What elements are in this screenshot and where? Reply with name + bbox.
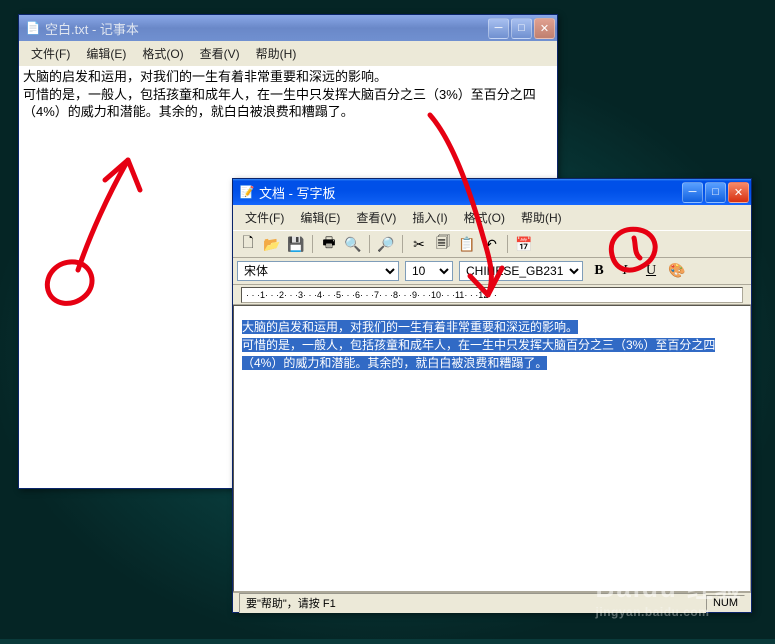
- separator: [402, 235, 403, 253]
- separator: [312, 235, 313, 253]
- wordpad-menubar: 文件(F) 编辑(E) 查看(V) 插入(I) 格式(O) 帮助(H): [233, 205, 751, 230]
- color-button[interactable]: 🎨: [667, 263, 687, 280]
- menu-file[interactable]: 文件(F): [237, 207, 292, 228]
- menu-edit[interactable]: 编辑(E): [292, 207, 348, 228]
- save-icon[interactable]: 💾: [285, 233, 307, 255]
- wordpad-icon: 📝: [239, 184, 255, 200]
- watermark: Baidu 经验 jingyan.baidu.com: [596, 568, 743, 619]
- wordpad-titlebar[interactable]: 📝 文档 - 写字板 ─ □ ✕: [233, 179, 751, 205]
- find-icon[interactable]: 🔎: [375, 233, 397, 255]
- menu-format[interactable]: 格式(O): [456, 207, 513, 228]
- notepad-title: 空白.txt - 记事本: [45, 19, 488, 38]
- separator: [507, 235, 508, 253]
- menu-help[interactable]: 帮助(H): [248, 43, 305, 64]
- notepad-titlebar[interactable]: 📄 空白.txt - 记事本 ─ □ ✕: [19, 15, 557, 41]
- watermark-main: Baidu 经验: [596, 573, 743, 603]
- font-select[interactable]: 宋体: [237, 261, 399, 281]
- close-button[interactable]: ✕: [728, 182, 749, 203]
- maximize-button[interactable]: □: [705, 182, 726, 203]
- maximize-button[interactable]: □: [511, 18, 532, 39]
- menu-edit[interactable]: 编辑(E): [78, 43, 134, 64]
- wordpad-title: 文档 - 写字板: [259, 183, 682, 202]
- new-icon[interactable]: 🗋: [237, 233, 259, 255]
- minimize-button[interactable]: ─: [488, 18, 509, 39]
- notepad-icon: 📄: [25, 20, 41, 36]
- selected-text-line2: 可惜的是，一般人，包括孩童和成年人，在一生中只发挥大脑百分之三（3%）至百分之四…: [242, 338, 715, 370]
- menu-file[interactable]: 文件(F): [23, 43, 78, 64]
- preview-icon[interactable]: 🔍: [342, 233, 364, 255]
- italic-button[interactable]: I: [615, 263, 635, 279]
- underline-button[interactable]: U: [641, 263, 661, 279]
- paste-icon[interactable]: 📋: [456, 233, 478, 255]
- selected-text-line1: 大脑的启发和运用，对我们的一生有着非常重要和深远的影响。: [242, 320, 578, 334]
- notepad-menubar: 文件(F) 编辑(E) 格式(O) 查看(V) 帮助(H): [19, 41, 557, 66]
- print-icon[interactable]: 🖶: [318, 233, 340, 255]
- bold-button[interactable]: B: [589, 263, 609, 279]
- cut-icon[interactable]: ✂: [408, 233, 430, 255]
- date-icon[interactable]: 📅: [513, 233, 535, 255]
- size-select[interactable]: 10: [405, 261, 453, 281]
- script-select[interactable]: CHINESE_GB2312: [459, 261, 583, 281]
- wordpad-formatbar: 宋体 10 CHINESE_GB2312 B I U 🎨: [233, 258, 751, 285]
- open-icon[interactable]: 📂: [261, 233, 283, 255]
- separator: [369, 235, 370, 253]
- menu-help[interactable]: 帮助(H): [513, 207, 570, 228]
- copy-icon[interactable]: 🗐: [432, 233, 454, 255]
- close-button[interactable]: ✕: [534, 18, 555, 39]
- menu-view[interactable]: 查看(V): [348, 207, 404, 228]
- menu-insert[interactable]: 插入(I): [404, 207, 455, 228]
- minimize-button[interactable]: ─: [682, 182, 703, 203]
- undo-icon[interactable]: ↶: [480, 233, 502, 255]
- wordpad-window: 📝 文档 - 写字板 ─ □ ✕ 文件(F) 编辑(E) 查看(V) 插入(I)…: [232, 178, 752, 613]
- menu-view[interactable]: 查看(V): [192, 43, 248, 64]
- wordpad-toolbar: 🗋 📂 💾 🖶 🔍 🔎 ✂ 🗐 📋 ↶ 📅: [233, 230, 751, 258]
- ruler-scale: · · ·1· · ·2· · ·3· · ·4· · ·5· · ·6· · …: [241, 287, 743, 303]
- ruler[interactable]: · · ·1· · ·2· · ·3· · ·4· · ·5· · ·6· · …: [233, 285, 751, 305]
- watermark-sub: jingyan.baidu.com: [596, 605, 743, 619]
- wordpad-textarea[interactable]: 大脑的启发和运用，对我们的一生有着非常重要和深远的影响。 可惜的是，一般人，包括…: [233, 305, 751, 592]
- menu-format[interactable]: 格式(O): [134, 43, 191, 64]
